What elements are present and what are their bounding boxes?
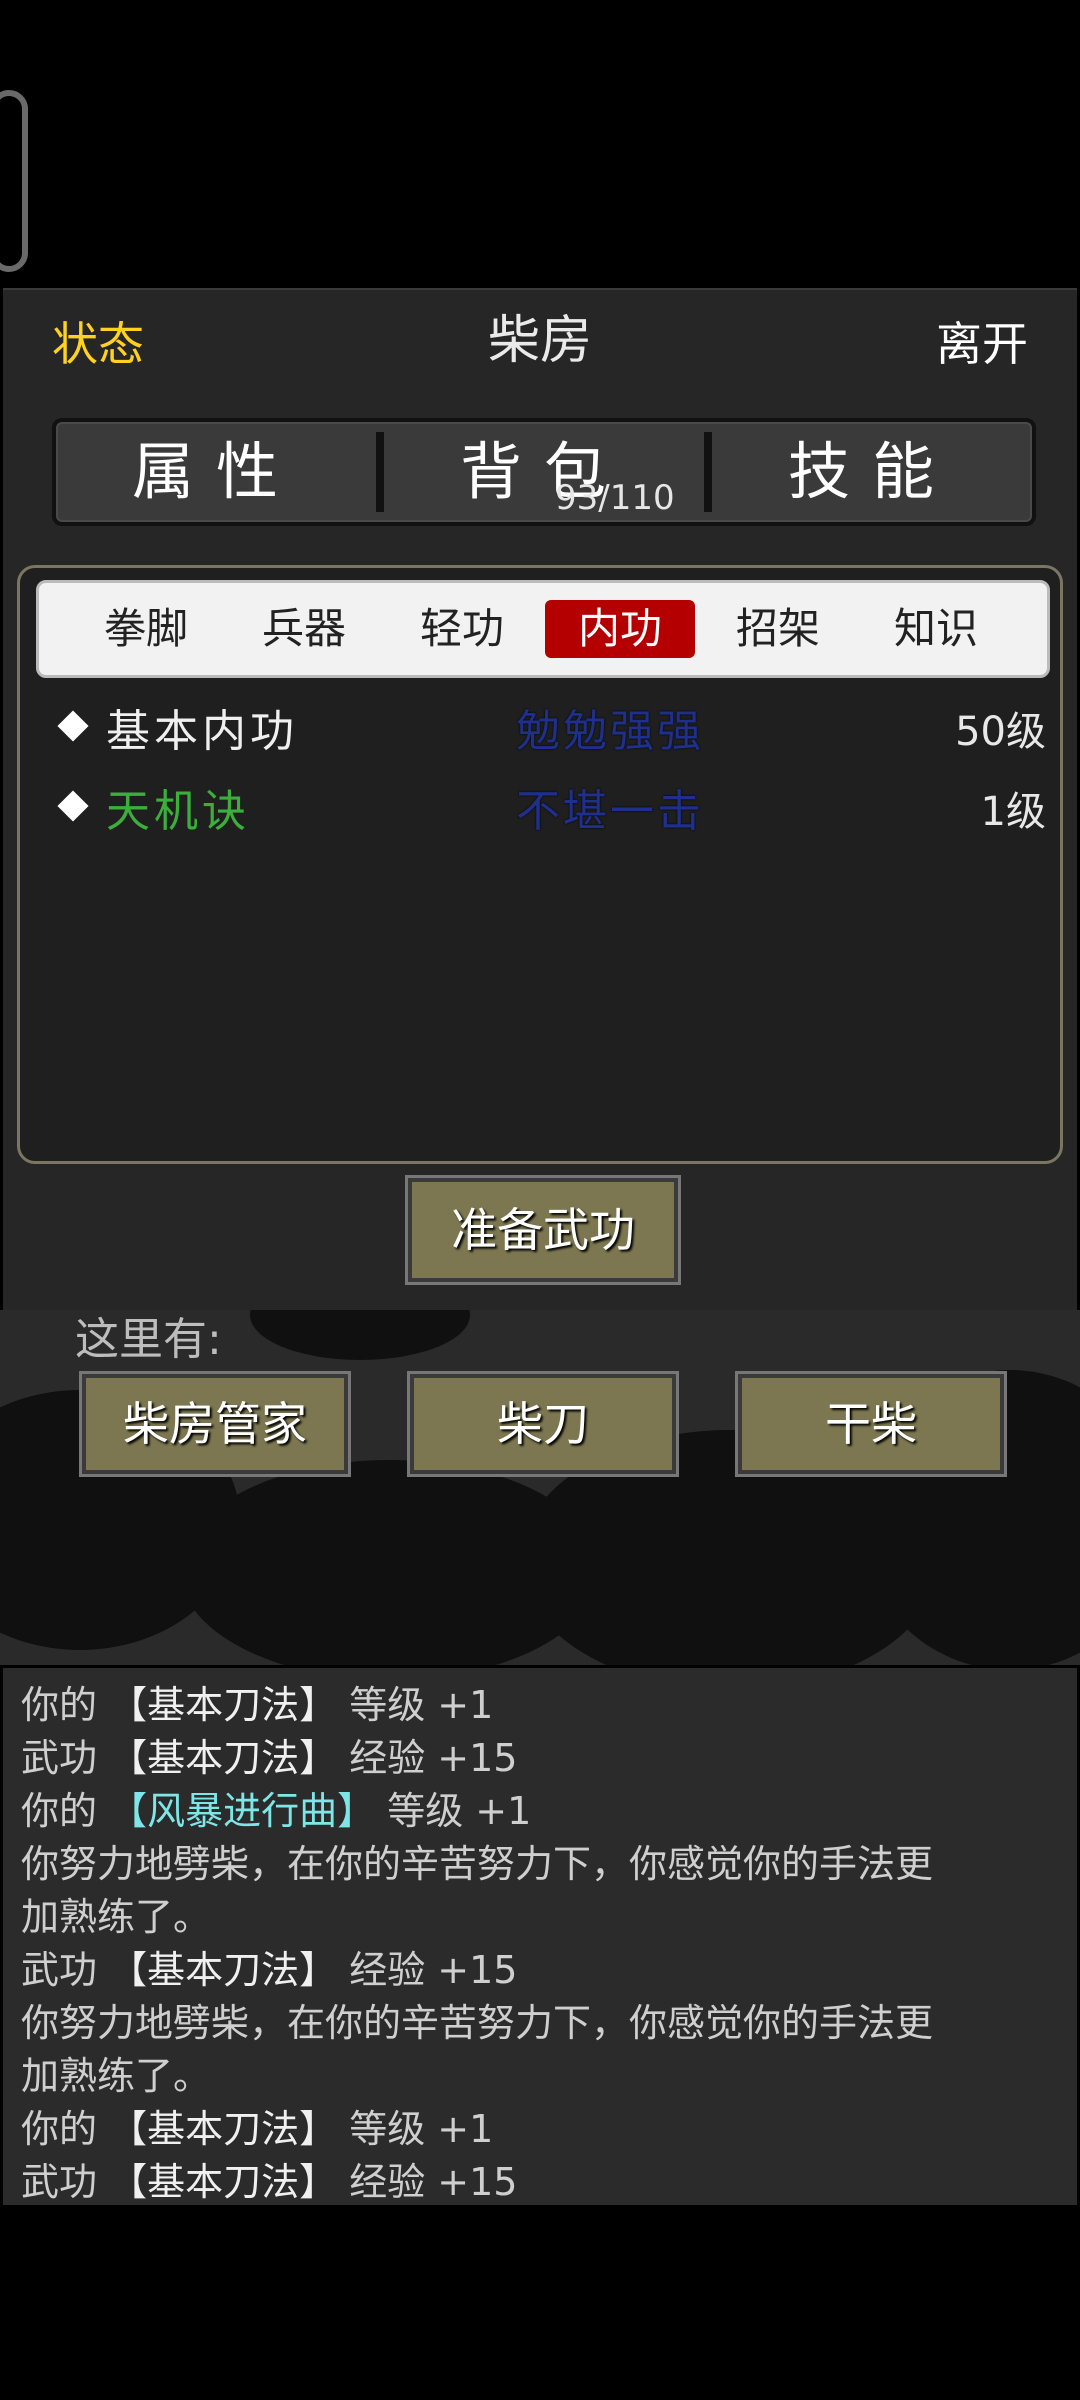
log-line: 你的 【基本刀法】 等级 +1 [21,1683,494,1727]
subtab-knowledge[interactable]: 知识 [861,600,1011,658]
message-log: 你的 【基本刀法】 等级 +1 武功 【基本刀法】 经验 +15 你的 【风暴进… [3,1668,1077,2205]
skill-level: 1级 [980,789,1046,835]
log-line: 武功 【基本刀法】 经验 +15 [21,1948,518,1992]
skill-rank: 不堪一击 [516,786,704,837]
skill-name: 基本内功 [106,706,298,757]
skill-name: 天机诀 [106,786,250,837]
npc-steward-button[interactable]: 柴房管家 [82,1374,348,1474]
log-line: 你的 【基本刀法】 等级 +1 [21,2107,494,2151]
main-tab-bar: 属性 背包 技能 [52,418,1036,526]
edge-decoration [0,90,28,272]
inventory-count: 93/110 [555,478,675,518]
log-line: 加熟练了。 [21,2054,212,2098]
tab-divider [704,432,712,512]
log-line: 你努力地劈柴，在你的辛苦努力下，你感觉你的手法更 [21,1842,934,1886]
here-label: 这里有: [75,1314,222,1365]
subtab-internal[interactable]: 内功 [545,600,695,658]
subtab-fist[interactable]: 拳脚 [71,600,221,658]
leave-button[interactable]: 离开 [936,308,1028,374]
tab-attributes[interactable]: 属性 [56,422,376,522]
skill-row[interactable]: 天机诀 不堪一击 1级 [56,773,1046,843]
diamond-icon [57,710,89,742]
skill-rank: 勉勉强强 [516,706,704,757]
subtab-lightness[interactable]: 轻功 [387,600,537,658]
here-item-label: 柴刀 [497,1397,589,1451]
log-line: 武功 【基本刀法】 经验 +15 [21,2160,518,2204]
cloud-decoration [250,1310,470,1360]
prepare-skill-button[interactable]: 准备武功 [408,1178,678,1282]
item-firewood-button[interactable]: 干柴 [738,1374,1004,1474]
tab-skills[interactable]: 技能 [712,422,1032,522]
tab-divider [376,432,384,512]
prepare-skill-label: 准备武功 [451,1203,635,1257]
page-title: 柴房 [487,311,592,371]
here-item-label: 柴房管家 [123,1397,307,1451]
skill-row[interactable]: 基本内功 勉勉强强 50级 [56,693,1046,763]
log-line: 你的 【风暴进行曲】 等级 +1 [21,1789,532,1833]
log-line: 武功 【基本刀法】 经验 +15 [21,1736,518,1780]
log-line: 加熟练了。 [21,1895,212,1939]
skill-level: 50级 [955,709,1046,755]
skill-category-tabs: 拳脚 兵器 轻功 内功 招架 知识 [36,580,1050,678]
diamond-icon [57,790,89,822]
subtab-parry[interactable]: 招架 [703,600,853,658]
log-line: 你努力地劈柴，在你的辛苦努力下，你感觉你的手法更 [21,2001,934,2045]
subtab-weapon[interactable]: 兵器 [229,600,379,658]
here-item-label: 干柴 [825,1397,917,1451]
item-chopper-button[interactable]: 柴刀 [410,1374,676,1474]
